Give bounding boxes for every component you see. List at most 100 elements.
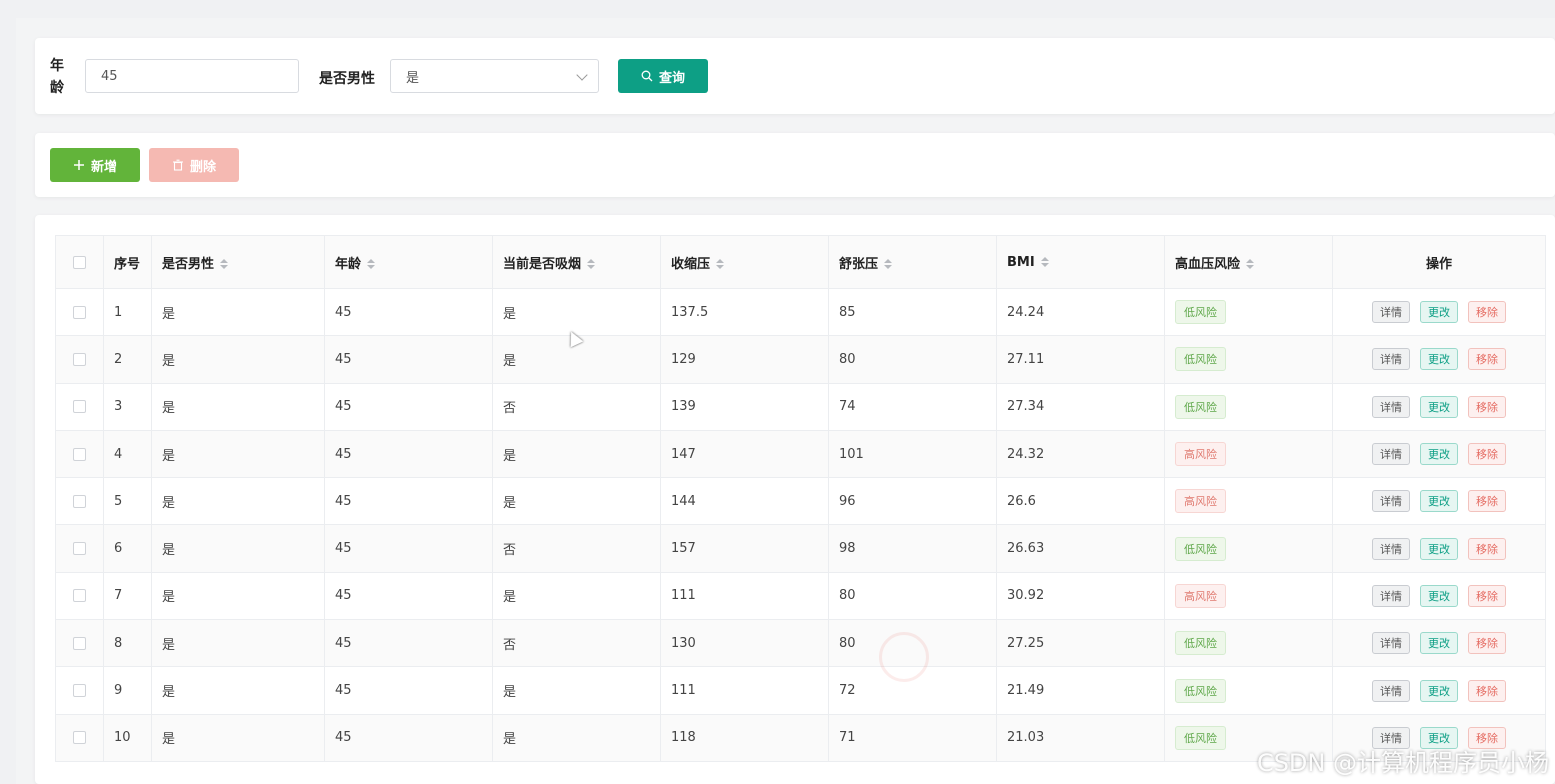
cell-systolic: 144 xyxy=(660,477,829,526)
header-diastolic[interactable]: 舒张压 xyxy=(828,235,997,289)
detail-button[interactable]: 详情 xyxy=(1372,632,1410,655)
watermark: CSDN @计算机程序员小杨 xyxy=(1256,749,1549,777)
loading-spinner xyxy=(879,632,929,682)
sort-icon[interactable] xyxy=(587,259,596,269)
row-checkbox-cell xyxy=(55,477,104,526)
row-checkbox[interactable] xyxy=(73,305,86,319)
toolbar-panel: 新增 删除 xyxy=(35,133,1555,197)
remove-button[interactable]: 移除 xyxy=(1468,490,1506,513)
cell-risk: 低风险 xyxy=(1164,524,1333,573)
remove-button[interactable]: 移除 xyxy=(1468,348,1506,371)
age-input[interactable]: 45 xyxy=(85,59,299,93)
sort-icon[interactable] xyxy=(1040,257,1049,267)
remove-button[interactable]: 移除 xyxy=(1468,537,1506,560)
cell-actions: 详情 更改 移除 xyxy=(1332,287,1546,337)
male-select[interactable]: 是 xyxy=(390,59,599,93)
row-checkbox[interactable] xyxy=(73,731,86,745)
cell-no: 5 xyxy=(103,477,152,526)
edit-button[interactable]: 更改 xyxy=(1420,443,1458,466)
delete-button-label: 删除 xyxy=(189,159,216,175)
cell-male: 是 xyxy=(151,524,325,573)
cell-systolic: 147 xyxy=(660,429,829,479)
query-button[interactable]: 查询 xyxy=(618,59,708,93)
row-checkbox[interactable] xyxy=(73,352,86,366)
cell-actions: 详情 更改 移除 xyxy=(1332,666,1546,715)
edit-button[interactable]: 更改 xyxy=(1420,537,1458,560)
detail-button[interactable]: 详情 xyxy=(1372,443,1410,466)
cell-male: 是 xyxy=(151,666,325,715)
edit-button[interactable]: 更改 xyxy=(1420,679,1458,702)
header-age[interactable]: 年龄 xyxy=(324,235,493,289)
edit-button[interactable]: 更改 xyxy=(1420,490,1458,513)
cell-actions: 详情 更改 移除 xyxy=(1332,571,1546,621)
table-row: 6 是 45 否 157 98 26.63 低风险 详情 更改 移除 xyxy=(55,524,1546,573)
sort-icon[interactable] xyxy=(1246,259,1255,269)
header-bmi[interactable]: BMI xyxy=(996,235,1165,289)
risk-badge: 低风险 xyxy=(1175,631,1226,656)
cell-risk: 高风险 xyxy=(1164,477,1333,526)
cell-risk: 低风险 xyxy=(1164,666,1333,715)
table-row: 7 是 45 是 111 80 30.92 高风险 详情 更改 移除 xyxy=(55,571,1546,621)
header-male[interactable]: 是否男性 xyxy=(151,235,325,289)
row-checkbox-cell xyxy=(55,429,104,479)
add-button[interactable]: 新增 xyxy=(50,148,140,182)
row-checkbox[interactable] xyxy=(73,447,86,461)
header-actions-label: 操作 xyxy=(1425,256,1452,272)
detail-button[interactable]: 详情 xyxy=(1372,490,1410,513)
cell-diastolic: 98 xyxy=(828,524,997,573)
edit-button[interactable]: 更改 xyxy=(1420,632,1458,655)
detail-button[interactable]: 详情 xyxy=(1372,679,1410,702)
edit-button[interactable]: 更改 xyxy=(1420,348,1458,371)
sort-icon[interactable] xyxy=(884,259,893,269)
row-actions: 详情 更改 移除 xyxy=(1343,395,1535,418)
header-risk[interactable]: 高血压风险 xyxy=(1164,235,1333,289)
sort-icon[interactable] xyxy=(367,259,376,269)
row-checkbox[interactable] xyxy=(73,589,86,603)
row-checkbox-cell xyxy=(55,713,104,762)
detail-button[interactable]: 详情 xyxy=(1372,537,1410,560)
cell-actions: 详情 更改 移除 xyxy=(1332,524,1546,573)
cell-risk: 低风险 xyxy=(1164,287,1333,337)
select-all-checkbox[interactable] xyxy=(73,255,86,269)
remove-button[interactable]: 移除 xyxy=(1468,301,1506,324)
trash-icon xyxy=(172,159,184,171)
detail-button[interactable]: 详情 xyxy=(1372,301,1410,324)
cell-bmi: 27.25 xyxy=(996,619,1165,668)
row-checkbox[interactable] xyxy=(73,400,86,414)
cell-diastolic: 80 xyxy=(828,571,997,621)
remove-button[interactable]: 移除 xyxy=(1468,443,1506,466)
header-actions: 操作 xyxy=(1332,235,1546,289)
remove-button[interactable]: 移除 xyxy=(1468,632,1506,655)
edit-button[interactable]: 更改 xyxy=(1420,584,1458,607)
remove-button[interactable]: 移除 xyxy=(1468,679,1506,702)
cell-systolic: 111 xyxy=(660,571,829,621)
row-checkbox-cell xyxy=(55,619,104,668)
header-smoker[interactable]: 当前是否吸烟 xyxy=(492,235,661,289)
remove-button[interactable]: 移除 xyxy=(1468,584,1506,607)
cell-diastolic: 96 xyxy=(828,477,997,526)
risk-badge: 低风险 xyxy=(1175,536,1226,561)
cell-smoker: 否 xyxy=(492,619,661,668)
row-checkbox-cell xyxy=(55,287,104,337)
row-checkbox[interactable] xyxy=(73,542,86,556)
detail-button[interactable]: 详情 xyxy=(1372,395,1410,418)
sort-icon[interactable] xyxy=(220,259,229,269)
edit-button[interactable]: 更改 xyxy=(1420,395,1458,418)
row-checkbox[interactable] xyxy=(73,494,86,508)
detail-button[interactable]: 详情 xyxy=(1372,584,1410,607)
cell-male: 是 xyxy=(151,335,325,384)
delete-button[interactable]: 删除 xyxy=(149,148,239,182)
detail-button[interactable]: 详情 xyxy=(1372,348,1410,371)
cell-age: 45 xyxy=(324,713,493,762)
row-checkbox[interactable] xyxy=(73,684,86,698)
cell-risk: 低风险 xyxy=(1164,335,1333,384)
table-panel: 序号 是否男性 年龄 当前是否吸烟 收缩压 舒张压 BMI 高血压风险 操作 1… xyxy=(35,215,1555,784)
row-checkbox-cell xyxy=(55,524,104,573)
sort-icon[interactable] xyxy=(716,259,725,269)
edit-button[interactable]: 更改 xyxy=(1420,301,1458,324)
cell-bmi: 27.34 xyxy=(996,382,1165,431)
cell-bmi: 21.03 xyxy=(996,713,1165,762)
remove-button[interactable]: 移除 xyxy=(1468,395,1506,418)
header-systolic[interactable]: 收缩压 xyxy=(660,235,829,289)
row-checkbox[interactable] xyxy=(73,636,86,650)
